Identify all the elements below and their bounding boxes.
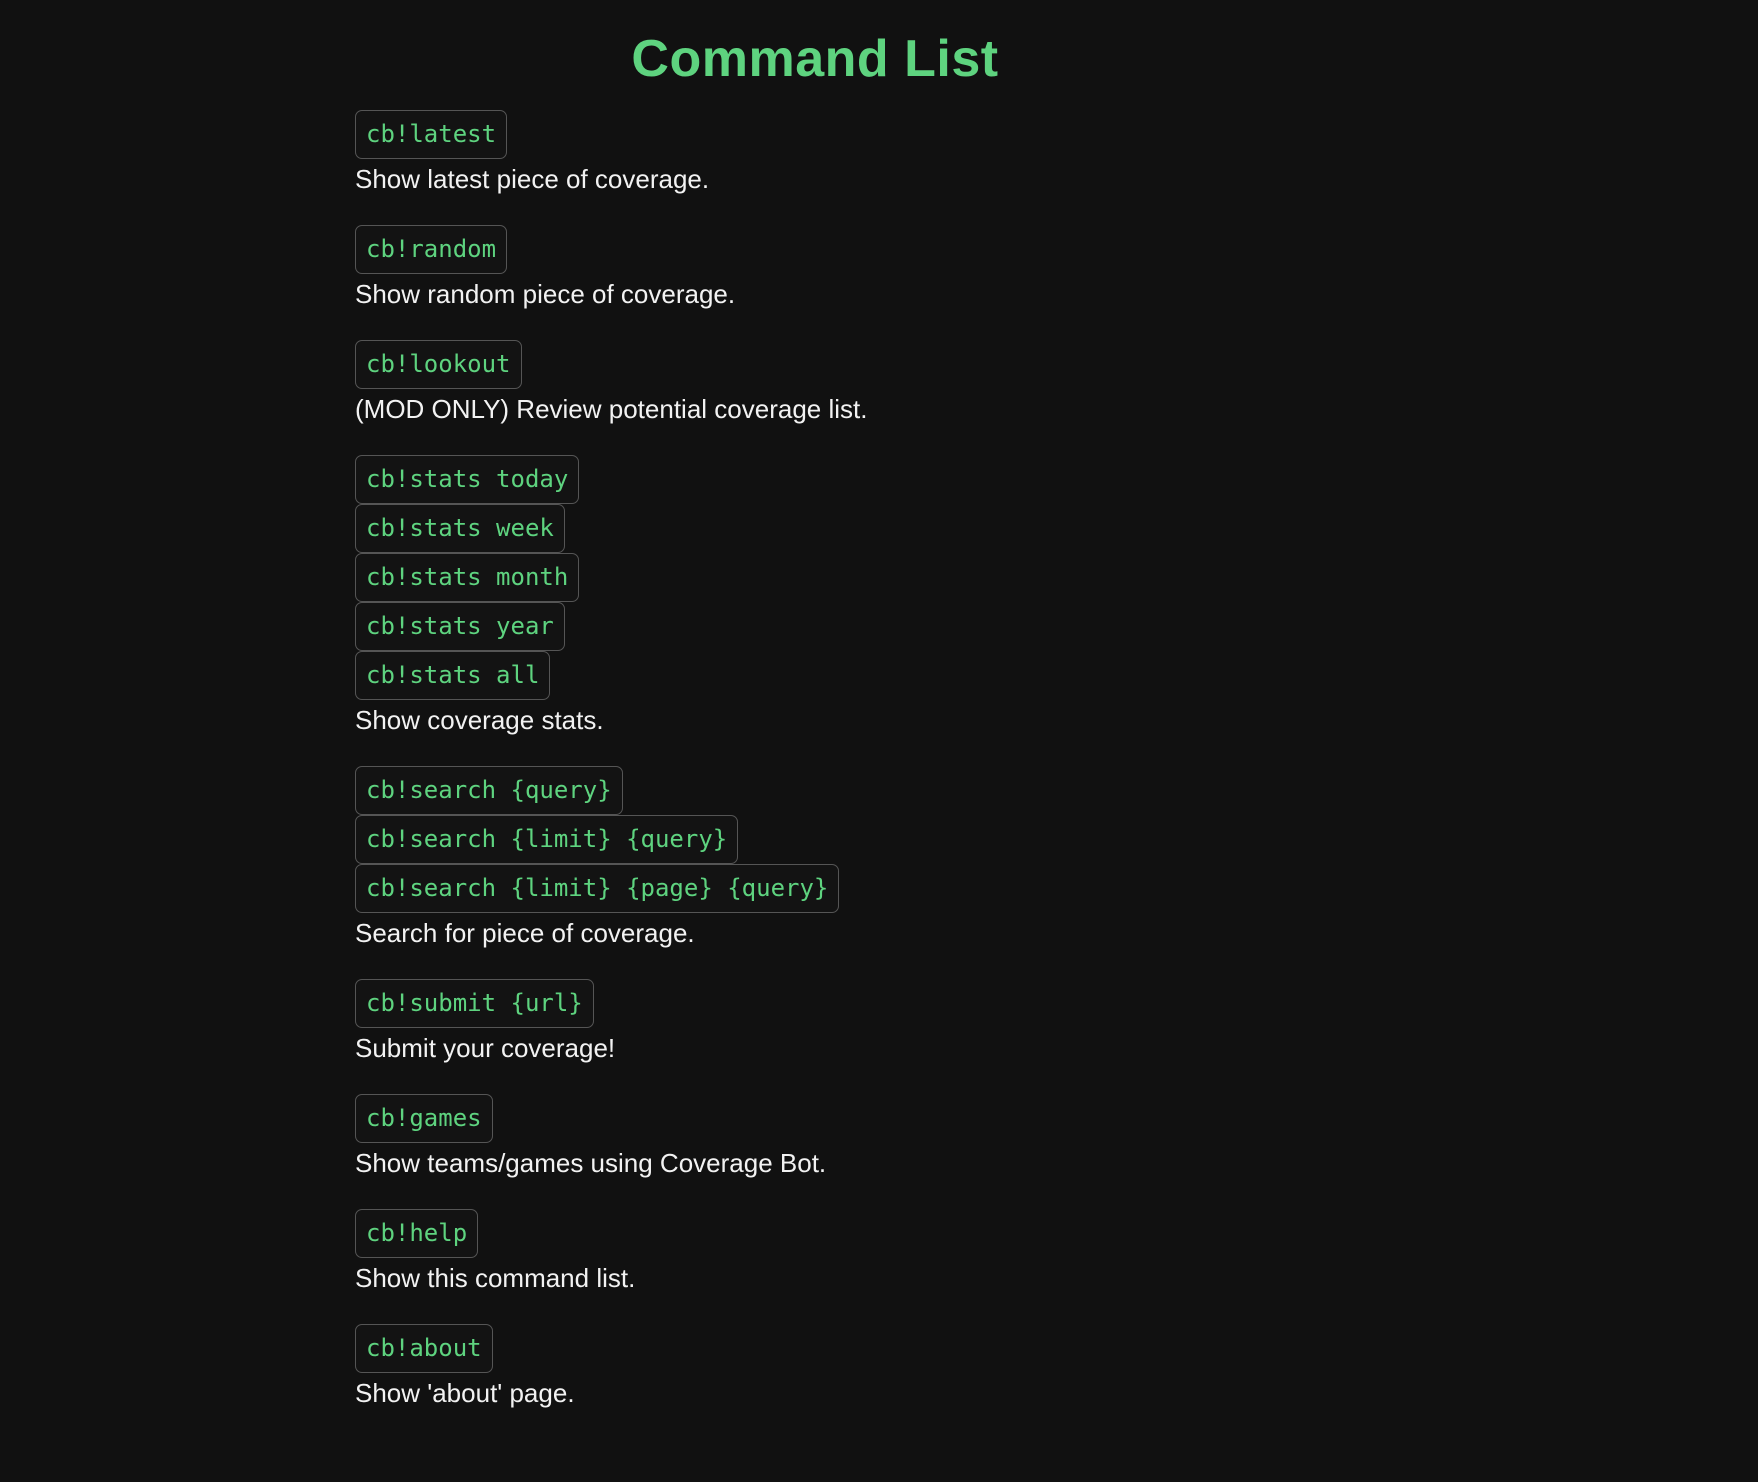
command-description-latest: Show latest piece of coverage. (355, 164, 710, 195)
command-usage-stats-2[interactable]: cb!stats month (355, 553, 580, 603)
command-usage-line: cb!stats all (355, 651, 1758, 701)
command-usage-line: cb!stats year (355, 602, 1758, 652)
command-usage-line: cb!help (355, 1209, 1758, 1259)
command-usage-stats-3[interactable]: cb!stats year (355, 602, 565, 652)
command-usage-search-2[interactable]: cb!search {limit} {page} {query} (355, 864, 840, 914)
page-title: Command List (631, 30, 999, 88)
command-group-lookout: cb!lookout (MOD ONLY) Review potential co… (355, 340, 1758, 429)
command-usage-line: cb!submit {url} (355, 979, 1758, 1029)
command-usage-about-0[interactable]: cb!about (355, 1324, 493, 1374)
command-description-games: Show teams/games using Coverage Bot. (355, 1148, 827, 1179)
command-group-spacer (355, 90, 1758, 110)
command-usage-stack: cb!search {query} cb!search {limit} {quer… (355, 766, 1758, 914)
command-group-spacer (355, 953, 1758, 979)
command-usage-line: cb!random (355, 225, 1758, 275)
command-group-spacer (355, 314, 1758, 340)
command-group-latest: cb!latest Show latest piece of coverage. (355, 110, 1758, 199)
command-group-spacer (355, 740, 1758, 766)
command-description-stats: Show coverage stats. (355, 705, 604, 736)
command-description-submit: Submit your coverage! (355, 1033, 616, 1064)
command-usage-stack: cb!random (355, 225, 1758, 275)
command-group-spacer (355, 1183, 1758, 1209)
command-usage-help-0[interactable]: cb!help (355, 1209, 479, 1259)
command-usage-search-1[interactable]: cb!search {limit} {query} (355, 815, 739, 865)
command-description-about: Show 'about' page. (355, 1378, 575, 1409)
command-usage-line: cb!search {limit} {query} (355, 815, 1758, 865)
command-usage-line: cb!search {limit} {page} {query} (355, 864, 1758, 914)
command-group-help: cb!help Show this command list. (355, 1209, 1758, 1298)
command-usage-stats-4[interactable]: cb!stats all (355, 651, 551, 701)
command-group-about: cb!about Show 'about' page. (355, 1324, 1758, 1413)
command-description-random: Show random piece of coverage. (355, 279, 736, 310)
command-group-search: cb!search {query} cb!search {limit} {quer… (355, 766, 1758, 953)
command-group-random: cb!random Show random piece of coverage. (355, 225, 1758, 314)
command-usage-line: cb!lookout (355, 340, 1758, 390)
command-usage-line: cb!stats week (355, 504, 1758, 554)
command-usage-stats-0[interactable]: cb!stats today (355, 455, 580, 505)
command-usage-line: cb!games (355, 1094, 1758, 1144)
command-usage-stack: cb!latest (355, 110, 1758, 160)
command-usage-stack: cb!lookout (355, 340, 1758, 390)
command-usage-stack: cb!help (355, 1209, 1758, 1259)
command-group-spacer (355, 429, 1758, 455)
command-usage-random-0[interactable]: cb!random (355, 225, 508, 275)
command-group-spacer (355, 1068, 1758, 1094)
command-usage-submit-0[interactable]: cb!submit {url} (355, 979, 594, 1029)
command-group-submit: cb!submit {url} Submit your coverage! (355, 979, 1758, 1068)
command-usage-line: cb!stats month (355, 553, 1758, 603)
command-description-help: Show this command list. (355, 1263, 636, 1294)
command-usage-search-0[interactable]: cb!search {query} (355, 766, 623, 816)
command-usage-games-0[interactable]: cb!games (355, 1094, 493, 1144)
command-group-spacer (355, 1298, 1758, 1324)
command-usage-latest-0[interactable]: cb!latest (355, 110, 508, 160)
command-list-page: Command List cb!latest Show latest piece … (0, 0, 1758, 1413)
command-list: cb!latest Show latest piece of coverage. c… (0, 90, 1758, 1413)
command-description-lookout: (MOD ONLY) Review potential coverage lis… (355, 394, 868, 425)
command-group-spacer (355, 199, 1758, 225)
command-group-stats: cb!stats today cb!stats week cb!stats mont… (355, 455, 1758, 740)
command-usage-line: cb!about (355, 1324, 1758, 1374)
command-description-search: Search for piece of coverage. (355, 918, 695, 949)
command-usage-stack: cb!stats today cb!stats week cb!stats mont… (355, 455, 1758, 701)
command-usage-stack: cb!about (355, 1324, 1758, 1374)
command-usage-line: cb!search {query} (355, 766, 1758, 816)
command-usage-line: cb!stats today (355, 455, 1758, 505)
command-usage-stack: cb!games (355, 1094, 1758, 1144)
command-usage-stack: cb!submit {url} (355, 979, 1758, 1029)
command-group-games: cb!games Show teams/games using Coverage … (355, 1094, 1758, 1183)
command-usage-stats-1[interactable]: cb!stats week (355, 504, 565, 554)
command-usage-line: cb!latest (355, 110, 1758, 160)
command-usage-lookout-0[interactable]: cb!lookout (355, 340, 522, 390)
